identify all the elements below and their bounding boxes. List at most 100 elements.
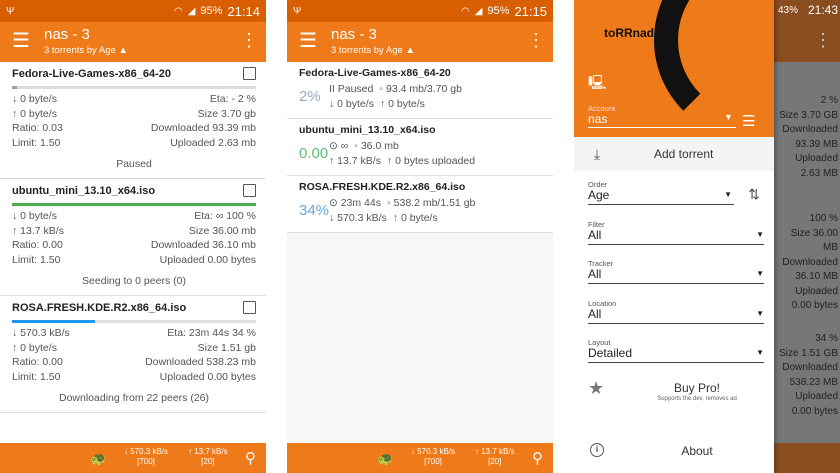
field-underline	[588, 283, 764, 284]
torrent-state: ⊙ 23m 44s	[329, 197, 381, 209]
field-value[interactable]: All	[588, 228, 601, 242]
overflow-menu-icon[interactable]: ⋮	[814, 30, 832, 51]
navigation-drawer: toRRnado 🖳 Account nas ▼ ☰ ⤓ Add torrent…	[574, 0, 774, 473]
turtle-icon[interactable]: 🐢	[377, 451, 393, 467]
field-value[interactable]: Detailed	[588, 346, 632, 360]
field-underline	[588, 204, 734, 205]
torrent-rate: ↑ 13.7 kB/s	[329, 154, 381, 167]
turtle-icon[interactable]: 🐢	[90, 451, 106, 467]
upload-rate: ↑ 13.7 kB/s	[12, 224, 64, 237]
size: Size 36.00 mb	[188, 224, 256, 237]
logo-swirl	[654, 0, 774, 137]
wifi-icon: ◠	[460, 5, 470, 17]
torrent-card[interactable]: ROSA.FRESH.KDE.R2.x86_64.iso 34% ⊙ 23m 44s…	[287, 176, 553, 233]
torrent-size: ◦ 538.2 mb/1.51 gb	[387, 197, 476, 209]
sort-direction-icon[interactable]: ⇅	[748, 186, 760, 203]
overflow-menu-icon[interactable]: ⋮	[527, 30, 545, 51]
screen-compact-list: Ψ ◠ ◢ 95% 21:15 ☰ nas - 3 3 torrents by …	[287, 0, 553, 473]
downloaded: Downloaded 36.10 mb	[150, 239, 256, 251]
about-label: About	[681, 444, 713, 458]
torrent-percent: 0.00	[299, 145, 329, 162]
status-bar: Ψ ◠ ◢ 95% 21:15	[287, 0, 553, 22]
wifi-icon: ◠	[173, 5, 183, 17]
account-select[interactable]: nas	[588, 112, 607, 126]
torrent-upload: ↑ 0 bytes uploaded	[386, 154, 476, 167]
torrent-percent: 2%	[299, 88, 321, 105]
download-speed: ↓ 570.3 kB/s [700]	[411, 447, 456, 466]
select-checkbox[interactable]	[243, 301, 256, 314]
limit: Limit: 1.50	[12, 370, 61, 383]
limit: Limit: 1.50	[12, 253, 61, 266]
app-bar: ☰ nas - 3 3 torrents by Age ▲ ⋮	[0, 22, 266, 62]
signal-icon: ◢	[187, 5, 196, 17]
app-bar: ⋮	[774, 22, 840, 62]
torrent-status: Downloading from 22 peers (26)	[59, 392, 209, 404]
torrent-percent: 34%	[299, 202, 330, 219]
torrent-card[interactable]: ROSA.FRESH.KDE.R2.x86_64.iso ↓ 570.3 kB/s…	[0, 296, 266, 413]
torrent-card[interactable]: Fedora-Live-Games-x86_64-20 ↓ 0 byte/s Eta…	[0, 62, 266, 179]
torrent-card[interactable]: Fedora-Live-Games-x86_64-20 2% II Paused ◦ …	[287, 62, 553, 119]
buy-pro-button[interactable]: ★ Buy Pro! Supports the dev, removes ad	[574, 378, 774, 410]
dimmed-card-3: 34 % Size 1.51 GB Downloaded 538.23 MB Uplo…	[779, 333, 838, 417]
hamburger-menu-icon[interactable]: ☰	[299, 31, 317, 51]
bottom-bar: 🐢 ↓ 570.3 kB/s [700] ↑ 13.7 kB/s [20] ⚲	[0, 443, 266, 473]
torrent-upload: ↑ 0 byte/s	[379, 97, 425, 110]
field-filter[interactable]: Filter All ▼	[588, 211, 764, 251]
about-button[interactable]: i About	[574, 438, 774, 468]
chevron-down-icon[interactable]: ▼	[724, 190, 732, 199]
download-rate: ↓ 0 byte/s	[12, 210, 57, 222]
settings-sliders-icon[interactable]: ☰	[742, 112, 755, 130]
hamburger-menu-icon[interactable]: ☰	[12, 31, 30, 51]
dimmed-content[interactable]: 21:43 43% ⋮ 2 % Size 3.70 GB Downloaded 93…	[774, 0, 840, 473]
eta: Eta: 23m 44s 34 %	[167, 327, 256, 339]
field-location[interactable]: Location All ▼	[588, 290, 764, 330]
clock: 21:43	[807, 3, 838, 17]
bottom-bar	[774, 443, 840, 473]
chevron-down-icon[interactable]: ▼	[756, 309, 764, 318]
app-subtitle[interactable]: 3 torrents by Age ▲	[331, 45, 415, 56]
field-underline	[588, 322, 764, 324]
battery-level: 43%	[777, 5, 798, 16]
ratio: Ratio: 0.00	[12, 239, 63, 251]
dimmed-card-1: 2 % Size 3.70 GB Downloaded 93.39 MB Upload…	[779, 95, 838, 179]
status-bar: Ψ ◠ ◢ 95% 21:14	[0, 0, 266, 22]
chevron-down-icon[interactable]: ▼	[756, 348, 764, 357]
upload-speed: ↑ 13.7 kB/s [20]	[188, 447, 228, 466]
field-underline	[588, 243, 764, 245]
torrent-upload: ↑ 0 byte/s	[392, 211, 438, 224]
app-subtitle[interactable]: 3 torrents by Age ▲	[44, 45, 128, 56]
progress-fill	[12, 86, 17, 89]
field-tracker[interactable]: Tracker All ▼	[588, 250, 764, 290]
torrent-card[interactable]: ubuntu_mini_13.10_x64.iso ↓ 0 byte/s Eta: …	[0, 179, 266, 296]
progress-fill	[12, 320, 95, 323]
field-value[interactable]: All	[588, 267, 601, 281]
ratio: Ratio: 0.00	[12, 356, 63, 368]
field-value[interactable]: All	[588, 307, 601, 321]
search-icon[interactable]: ⚲	[245, 449, 256, 467]
battery-level: 95%	[200, 5, 223, 17]
chevron-down-icon[interactable]: ▼	[756, 230, 764, 239]
bottom-bar: 🐢 ↓ 570.3 kB/s [700] ↑ 13.7 kB/s [20] ⚲	[287, 443, 553, 473]
status-bar: 21:43 43%	[774, 0, 840, 22]
download-rate: ↓ 570.3 kB/s	[12, 327, 70, 339]
field-value[interactable]: Age	[588, 188, 609, 202]
select-checkbox[interactable]	[243, 67, 256, 80]
downloaded: Downloaded 93.39 mb	[150, 122, 256, 134]
field-layout[interactable]: Layout Detailed ▼	[588, 329, 764, 369]
eta: Eta: - 2 %	[209, 93, 256, 105]
chevron-down-icon[interactable]: ▼	[756, 269, 764, 278]
overflow-menu-icon[interactable]: ⋮	[240, 30, 258, 51]
uploaded: Uploaded 2.63 mb	[170, 136, 256, 149]
drawer-fields: Order Age ▼ ⇅ Filter All ▼ Tracker All ▼ Location A…	[574, 171, 774, 369]
torrent-card[interactable]: ubuntu_mini_13.10_x64.iso 0.00 ⊙ ∞ ◦ 36.0 m…	[287, 119, 553, 176]
select-checkbox[interactable]	[243, 184, 256, 197]
torrent-name: ROSA.FRESH.KDE.R2.x86_64.iso	[12, 302, 187, 314]
add-torrent-button[interactable]: ⤓ Add torrent	[574, 137, 774, 171]
search-icon[interactable]: ⚲	[532, 449, 543, 467]
field-order[interactable]: Order Age ▼ ⇅	[588, 171, 764, 211]
screen-detailed-list: Ψ ◠ ◢ 95% 21:14 ☰ nas - 3 3 torrents by …	[0, 0, 266, 473]
chevron-down-icon[interactable]: ▼	[724, 112, 733, 122]
torrent-size: ◦ 93.4 mb/3.70 gb	[379, 83, 462, 95]
usb-icon: Ψ	[6, 5, 15, 17]
progress-fill	[12, 203, 256, 206]
